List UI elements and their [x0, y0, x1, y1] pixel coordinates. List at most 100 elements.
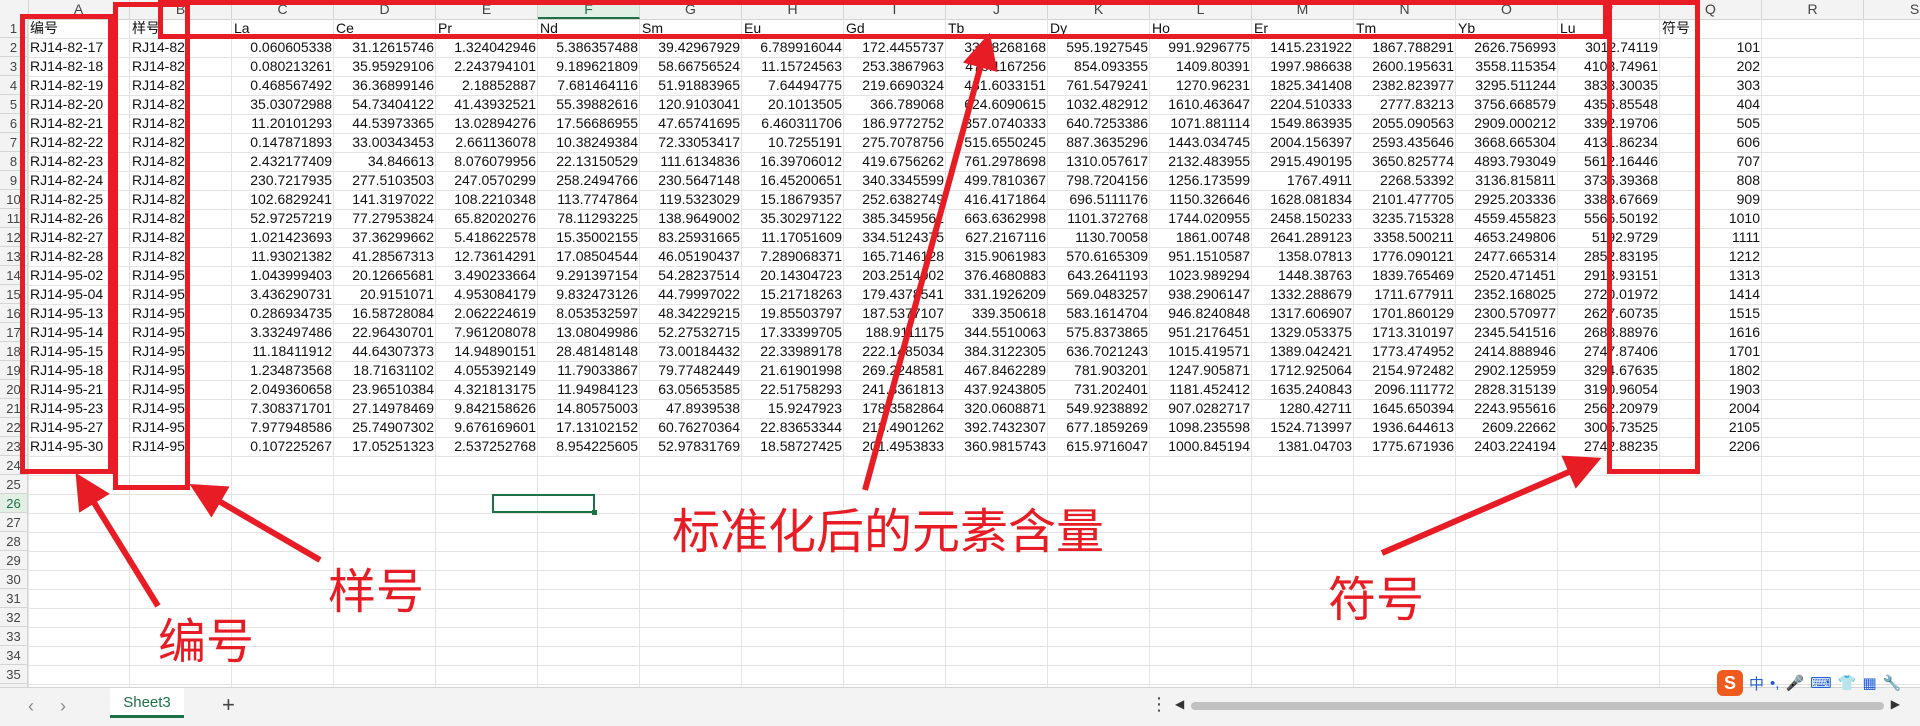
data-cell[interactable]: 416.4171864	[946, 190, 1048, 209]
data-cell[interactable]: 52.97831769	[640, 437, 742, 456]
data-cell[interactable]: 570.6165309	[1048, 247, 1150, 266]
data-cell[interactable]: 230.7217935	[232, 171, 334, 190]
data-cell[interactable]: 54.28237514	[640, 266, 742, 285]
tab-sheet3[interactable]: Sheet3	[110, 688, 184, 718]
data-cell[interactable]: 1150.326646	[1150, 190, 1252, 209]
data-cell[interactable]: 11.17051609	[742, 228, 844, 247]
data-cell[interactable]: 20.1013505	[742, 95, 844, 114]
data-cell[interactable]: 467.8462289	[946, 361, 1048, 380]
data-cell[interactable]: 20.9151071	[334, 285, 436, 304]
data-cell[interactable]: 22.33989178	[742, 342, 844, 361]
data-cell[interactable]: 1628.081834	[1252, 190, 1354, 209]
data-cell[interactable]: 7.961208078	[436, 323, 538, 342]
data-cell[interactable]: 2300.570977	[1456, 304, 1558, 323]
prev-sheet-icon[interactable]: ‹	[28, 696, 34, 717]
data-cell[interactable]: 1270.96231	[1150, 76, 1252, 95]
data-cell[interactable]: 2902.125959	[1456, 361, 1558, 380]
data-cell[interactable]: 2925.203336	[1456, 190, 1558, 209]
data-cell[interactable]: 2.661136078	[436, 133, 538, 152]
data-cell[interactable]: 253.3867963	[844, 57, 946, 76]
data-cell[interactable]: 2.18852887	[436, 76, 538, 95]
data-cell[interactable]: 2828.315139	[1456, 380, 1558, 399]
data-cell[interactable]: 3358.500211	[1354, 228, 1456, 247]
row-header-32[interactable]: 32	[0, 608, 28, 627]
data-cell[interactable]: 887.3635296	[1048, 133, 1150, 152]
data-cell[interactable]: 14.94890151	[436, 342, 538, 361]
data-cell[interactable]: 499.7810367	[946, 171, 1048, 190]
row-header-35[interactable]: 35	[0, 665, 28, 684]
data-cell[interactable]: 366.789068	[844, 95, 946, 114]
data-cell[interactable]: 4.321813175	[436, 380, 538, 399]
data-cell[interactable]: 2.243794101	[436, 57, 538, 76]
data-cell[interactable]: 5.418622578	[436, 228, 538, 247]
column-header-R[interactable]: R	[1762, 0, 1864, 19]
data-cell[interactable]: 636.7021243	[1048, 342, 1150, 361]
data-cell[interactable]: 7.308371701	[232, 399, 334, 418]
data-cell[interactable]: 696.5111176	[1048, 190, 1150, 209]
data-cell[interactable]: 252.6382749	[844, 190, 946, 209]
data-cell[interactable]: 0.060605338	[232, 38, 334, 57]
data-cell[interactable]: 334.5124375	[844, 228, 946, 247]
data-cell[interactable]: 16.39706012	[742, 152, 844, 171]
data-cell[interactable]: 320.0608871	[946, 399, 1048, 418]
data-cell[interactable]: 2268.53392	[1354, 171, 1456, 190]
row-header-30[interactable]: 30	[0, 570, 28, 589]
data-cell[interactable]: 15.35002155	[538, 228, 640, 247]
data-cell[interactable]: 1825.341408	[1252, 76, 1354, 95]
data-cell[interactable]: 14.80575003	[538, 399, 640, 418]
data-cell[interactable]: 11.18411912	[232, 342, 334, 361]
data-cell[interactable]: 2600.195631	[1354, 57, 1456, 76]
data-cell[interactable]: 15.9247923	[742, 399, 844, 418]
data-cell[interactable]: 119.5323029	[640, 190, 742, 209]
data-cell[interactable]: 47.65741695	[640, 114, 742, 133]
data-cell[interactable]: 17.05251323	[334, 437, 436, 456]
data-cell[interactable]: 3668.665304	[1456, 133, 1558, 152]
data-cell[interactable]: 3295.511244	[1456, 76, 1558, 95]
data-cell[interactable]: 1635.240843	[1252, 380, 1354, 399]
data-cell[interactable]: 201.4953833	[844, 437, 946, 456]
data-cell[interactable]: 3.436290731	[232, 285, 334, 304]
data-cell[interactable]: 275.7078756	[844, 133, 946, 152]
data-cell[interactable]: 1524.713997	[1252, 418, 1354, 437]
ime-grid-icon[interactable]: ▦	[1862, 674, 1876, 692]
data-cell[interactable]: 79.77482449	[640, 361, 742, 380]
data-cell[interactable]: 1256.173599	[1150, 171, 1252, 190]
data-cell[interactable]: 11.93021382	[232, 247, 334, 266]
data-cell[interactable]: 4.953084179	[436, 285, 538, 304]
data-cell[interactable]: 9.842158626	[436, 399, 538, 418]
data-cell[interactable]: 31.12615746	[334, 38, 436, 57]
data-cell[interactable]: 16.58728084	[334, 304, 436, 323]
data-cell[interactable]: 2909.000212	[1456, 114, 1558, 133]
data-cell[interactable]: 4.055392149	[436, 361, 538, 380]
data-cell[interactable]: 44.53973365	[334, 114, 436, 133]
data-cell[interactable]: 951.2176451	[1150, 323, 1252, 342]
data-cell[interactable]: 340.3345599	[844, 171, 946, 190]
data-cell[interactable]: 28.48148148	[538, 342, 640, 361]
data-cell[interactable]: 141.3197022	[334, 190, 436, 209]
row-header-28[interactable]: 28	[0, 532, 28, 551]
data-cell[interactable]: 615.9716047	[1048, 437, 1150, 456]
data-cell[interactable]: 8.954225605	[538, 437, 640, 456]
data-cell[interactable]: 13.08049986	[538, 323, 640, 342]
data-cell[interactable]: 1711.677911	[1354, 285, 1456, 304]
data-cell[interactable]: 1381.04703	[1252, 437, 1354, 456]
data-cell[interactable]: 22.51758293	[742, 380, 844, 399]
scrollbar-thumb[interactable]	[1191, 702, 1884, 710]
data-cell[interactable]: 12.73614291	[436, 247, 538, 266]
data-cell[interactable]: 1610.463647	[1150, 95, 1252, 114]
data-cell[interactable]: 5.386357488	[538, 38, 640, 57]
data-cell[interactable]: 20.12665681	[334, 266, 436, 285]
data-cell[interactable]: 46.05190437	[640, 247, 742, 266]
row-header-26[interactable]: 26	[0, 494, 28, 513]
data-cell[interactable]: 15.18679357	[742, 190, 844, 209]
data-cell[interactable]: 113.7747864	[538, 190, 640, 209]
data-cell[interactable]: 247.0570299	[436, 171, 538, 190]
data-cell[interactable]: 52.97257219	[232, 209, 334, 228]
data-cell[interactable]: 6.460311706	[742, 114, 844, 133]
data-cell[interactable]: 1247.905871	[1150, 361, 1252, 380]
data-cell[interactable]: 3.332497486	[232, 323, 334, 342]
data-cell[interactable]: 78.11293225	[538, 209, 640, 228]
data-cell[interactable]: 47.8939538	[640, 399, 742, 418]
data-cell[interactable]: 761.5479241	[1048, 76, 1150, 95]
data-cell[interactable]: 230.5647148	[640, 171, 742, 190]
